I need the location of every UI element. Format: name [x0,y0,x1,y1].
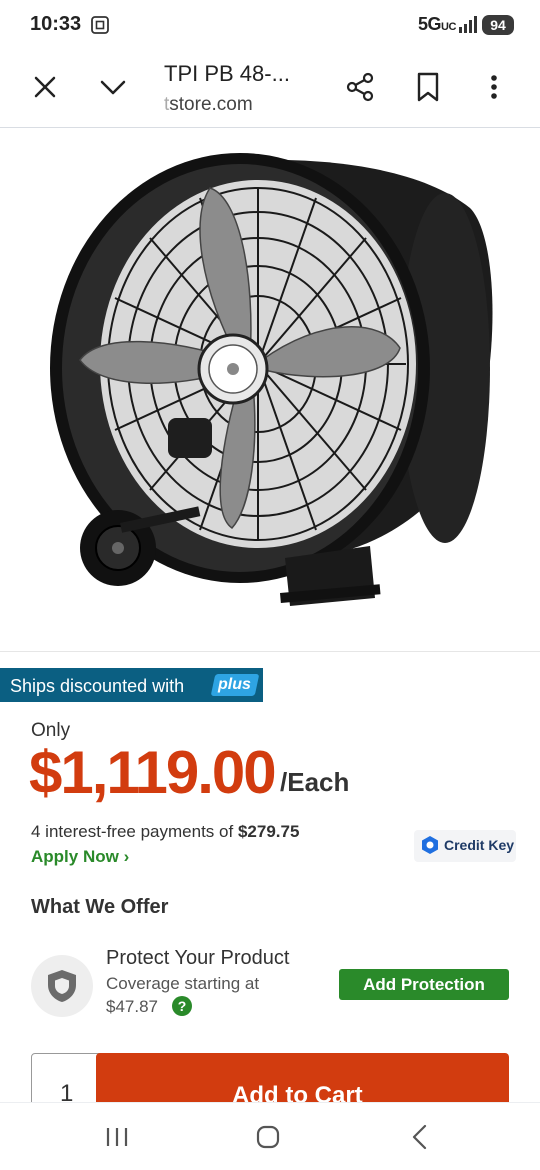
chevron-down-icon[interactable] [98,72,128,102]
price-unit: /Each [280,767,350,797]
product-price: $1,119.00 [29,739,277,806]
ships-discount-text: Ships discounted with [10,676,185,696]
add-protection-button[interactable]: Add Protection [339,969,509,1000]
more-options-icon[interactable] [482,71,506,103]
protect-coverage-price: $47.87 [106,997,158,1016]
help-icon[interactable]: ? [172,996,192,1016]
drum-fan-image [50,153,493,606]
share-icon[interactable] [344,71,376,103]
network-indicator: 5GUC [418,14,456,34]
page-title[interactable]: TPI PB 48-... [164,61,290,87]
installments-text: 4 interest-free payments of $279.75 [31,822,300,841]
status-bar: 10:33 5GUC 94 [0,0,540,52]
what-we-offer-heading: What We Offer [31,896,169,918]
chevron-right-icon: › [123,847,130,866]
credit-key-icon [422,836,438,854]
browser-toolbar: TPI PB 48-... tstore.com [0,52,540,128]
shield-icon [48,970,76,1002]
recents-icon[interactable] [104,1126,130,1148]
back-icon[interactable] [410,1124,430,1150]
apply-now-link[interactable]: Apply Now › [31,847,129,867]
product-image[interactable] [0,128,540,652]
screenshot-icon [91,16,109,34]
credit-key-label: Credit Key [444,837,515,853]
status-time: 10:33 [30,13,82,35]
signal-icon [459,16,477,33]
home-icon[interactable] [256,1125,280,1149]
plus-badge-label: plus [218,676,251,693]
battery-indicator: 94 [482,15,514,35]
protect-product-title: Protect Your Product [106,947,290,969]
bookmark-icon[interactable] [414,71,442,103]
page-url[interactable]: tstore.com [164,94,253,116]
close-icon[interactable] [30,72,60,102]
protect-coverage-text: Coverage starting at [106,974,260,993]
